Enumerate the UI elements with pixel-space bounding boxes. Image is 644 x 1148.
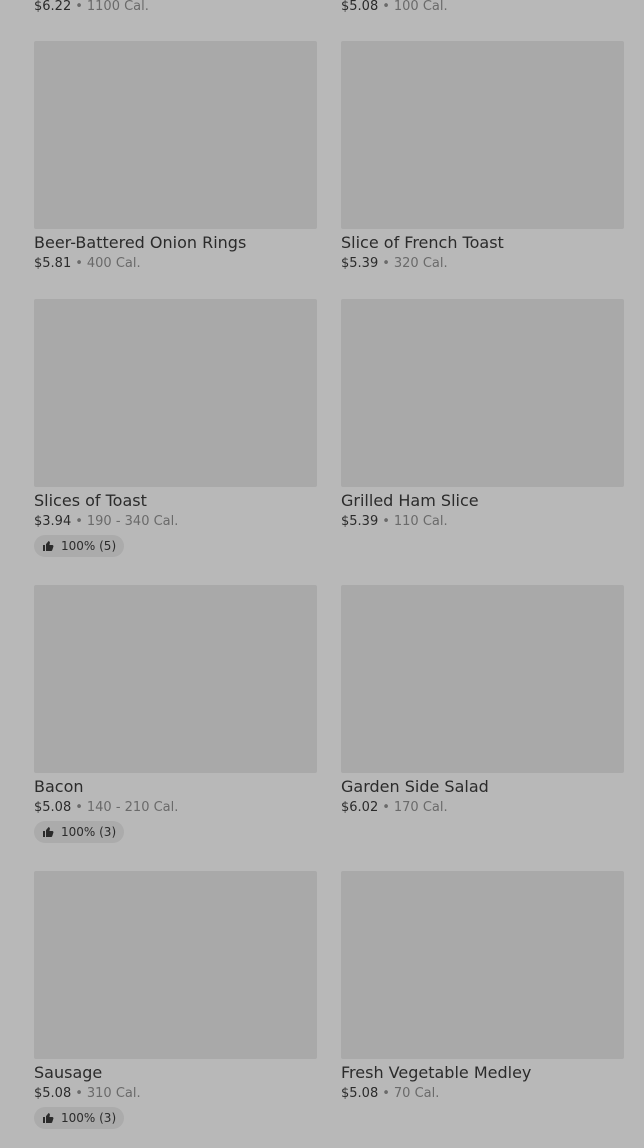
separator-dot: •: [75, 514, 83, 529]
separator-dot: •: [382, 256, 390, 271]
item-calories: 70 Cal.: [393, 1086, 440, 1101]
item-price: $6.02: [341, 800, 379, 815]
item-calories: 140 - 210 Cal.: [86, 800, 179, 815]
item-price: $5.39: [341, 514, 379, 529]
item-price: $5.08: [341, 0, 379, 14]
menu-item-name: Bacon: [34, 777, 84, 796]
separator-dot: •: [382, 800, 390, 815]
menu-item-card[interactable]: Garden Side Salad $6.02 • 170 Cal.: [341, 585, 624, 871]
item-price: $3.94: [34, 514, 72, 529]
thumbs-up-icon: [43, 541, 54, 551]
rating-text: 100% (3): [61, 1111, 117, 1125]
menu-item-image[interactable]: [341, 299, 624, 487]
item-price: $6.22: [34, 0, 72, 14]
item-price: $5.08: [34, 800, 72, 815]
separator-dot: •: [382, 0, 390, 14]
thumbs-up-icon: [43, 827, 54, 837]
menu-item-card[interactable]: Sausage $5.08 • 310 Cal. 100% (3): [34, 871, 317, 1129]
separator-dot: •: [382, 1086, 390, 1101]
menu-item-image[interactable]: [34, 299, 317, 487]
item-calories: 170 Cal.: [393, 800, 448, 815]
rating-text: 100% (5): [61, 539, 117, 553]
menu-item-meta: $5.39 • 320 Cal.: [341, 257, 624, 271]
menu-item-meta: $5.08 • 140 - 210 Cal.: [34, 801, 317, 815]
menu-item-card[interactable]: Slices of Toast $3.94 • 190 - 340 Cal. 100…: [34, 299, 317, 585]
menu-item-name: Slices of Toast: [34, 491, 147, 510]
menu-item-image[interactable]: [341, 585, 624, 773]
rating-badge: 100% (3): [34, 821, 125, 843]
menu-item-grid: Beer-Battered Onion Rings $5.81 • 400 Cal.…: [34, 41, 624, 1129]
menu-item-name: Garden Side Salad: [341, 777, 489, 796]
item-calories: 110 Cal.: [393, 514, 448, 529]
item-calories: 190 - 340 Cal.: [86, 514, 179, 529]
menu-item-name: Sausage: [34, 1063, 103, 1082]
menu-item-meta: $5.08 • 100 Cal.: [341, 0, 448, 14]
menu-item-image[interactable]: [34, 41, 317, 229]
separator-dot: •: [75, 0, 83, 14]
item-price: $5.39: [341, 256, 379, 271]
menu-item-card[interactable]: Grilled Ham Slice $5.39 • 110 Cal.: [341, 299, 624, 585]
menu-item-card[interactable]: Fresh Vegetable Medley $5.08 • 70 Cal.: [341, 871, 624, 1129]
separator-dot: •: [75, 256, 83, 271]
menu-item-name: Slice of French Toast: [341, 233, 504, 252]
thumbs-up-icon: [43, 1113, 54, 1123]
menu-item-name: Fresh Vegetable Medley: [341, 1063, 532, 1082]
separator-dot: •: [382, 514, 390, 529]
menu-item-name: Grilled Ham Slice: [341, 491, 479, 510]
item-price: $5.08: [341, 1086, 379, 1101]
separator-dot: •: [75, 1086, 83, 1101]
menu-item-card[interactable]: Beer-Battered Onion Rings $5.81 • 400 Cal.: [34, 41, 317, 299]
separator-dot: •: [75, 800, 83, 815]
menu-item-meta: $5.08 • 70 Cal.: [341, 1087, 624, 1101]
item-calories: 400 Cal.: [86, 256, 141, 271]
menu-item-card[interactable]: Slice of French Toast $5.39 • 320 Cal.: [341, 41, 624, 299]
item-calories: 320 Cal.: [393, 256, 448, 271]
menu-item-meta: $6.22 • 1100 Cal.: [34, 0, 149, 14]
item-price: $5.81: [34, 256, 72, 271]
item-price: $5.08: [34, 1086, 72, 1101]
menu-item-meta: $5.39 • 110 Cal.: [341, 515, 624, 529]
menu-item-meta: $5.81 • 400 Cal.: [34, 257, 317, 271]
menu-item-name: Beer-Battered Onion Rings: [34, 233, 247, 252]
item-calories: 1100 Cal.: [86, 0, 149, 14]
menu-item-meta: $5.08 • 310 Cal.: [34, 1087, 317, 1101]
rating-badge: 100% (5): [34, 535, 125, 557]
previous-row-meta: $6.22 • 1100 Cal. $5.08 • 100 Cal.: [0, 0, 644, 20]
rating-badge: 100% (3): [34, 1107, 125, 1129]
menu-item-meta: $6.02 • 170 Cal.: [341, 801, 624, 815]
menu-item-image[interactable]: [34, 871, 317, 1059]
menu-item-meta: $3.94 • 190 - 340 Cal.: [34, 515, 317, 529]
menu-item-image[interactable]: [341, 41, 624, 229]
menu-item-image[interactable]: [341, 871, 624, 1059]
rating-text: 100% (3): [61, 825, 117, 839]
item-calories: 100 Cal.: [393, 0, 448, 14]
menu-item-card[interactable]: Bacon $5.08 • 140 - 210 Cal. 100% (3): [34, 585, 317, 871]
item-calories: 310 Cal.: [86, 1086, 141, 1101]
menu-item-image[interactable]: [34, 585, 317, 773]
